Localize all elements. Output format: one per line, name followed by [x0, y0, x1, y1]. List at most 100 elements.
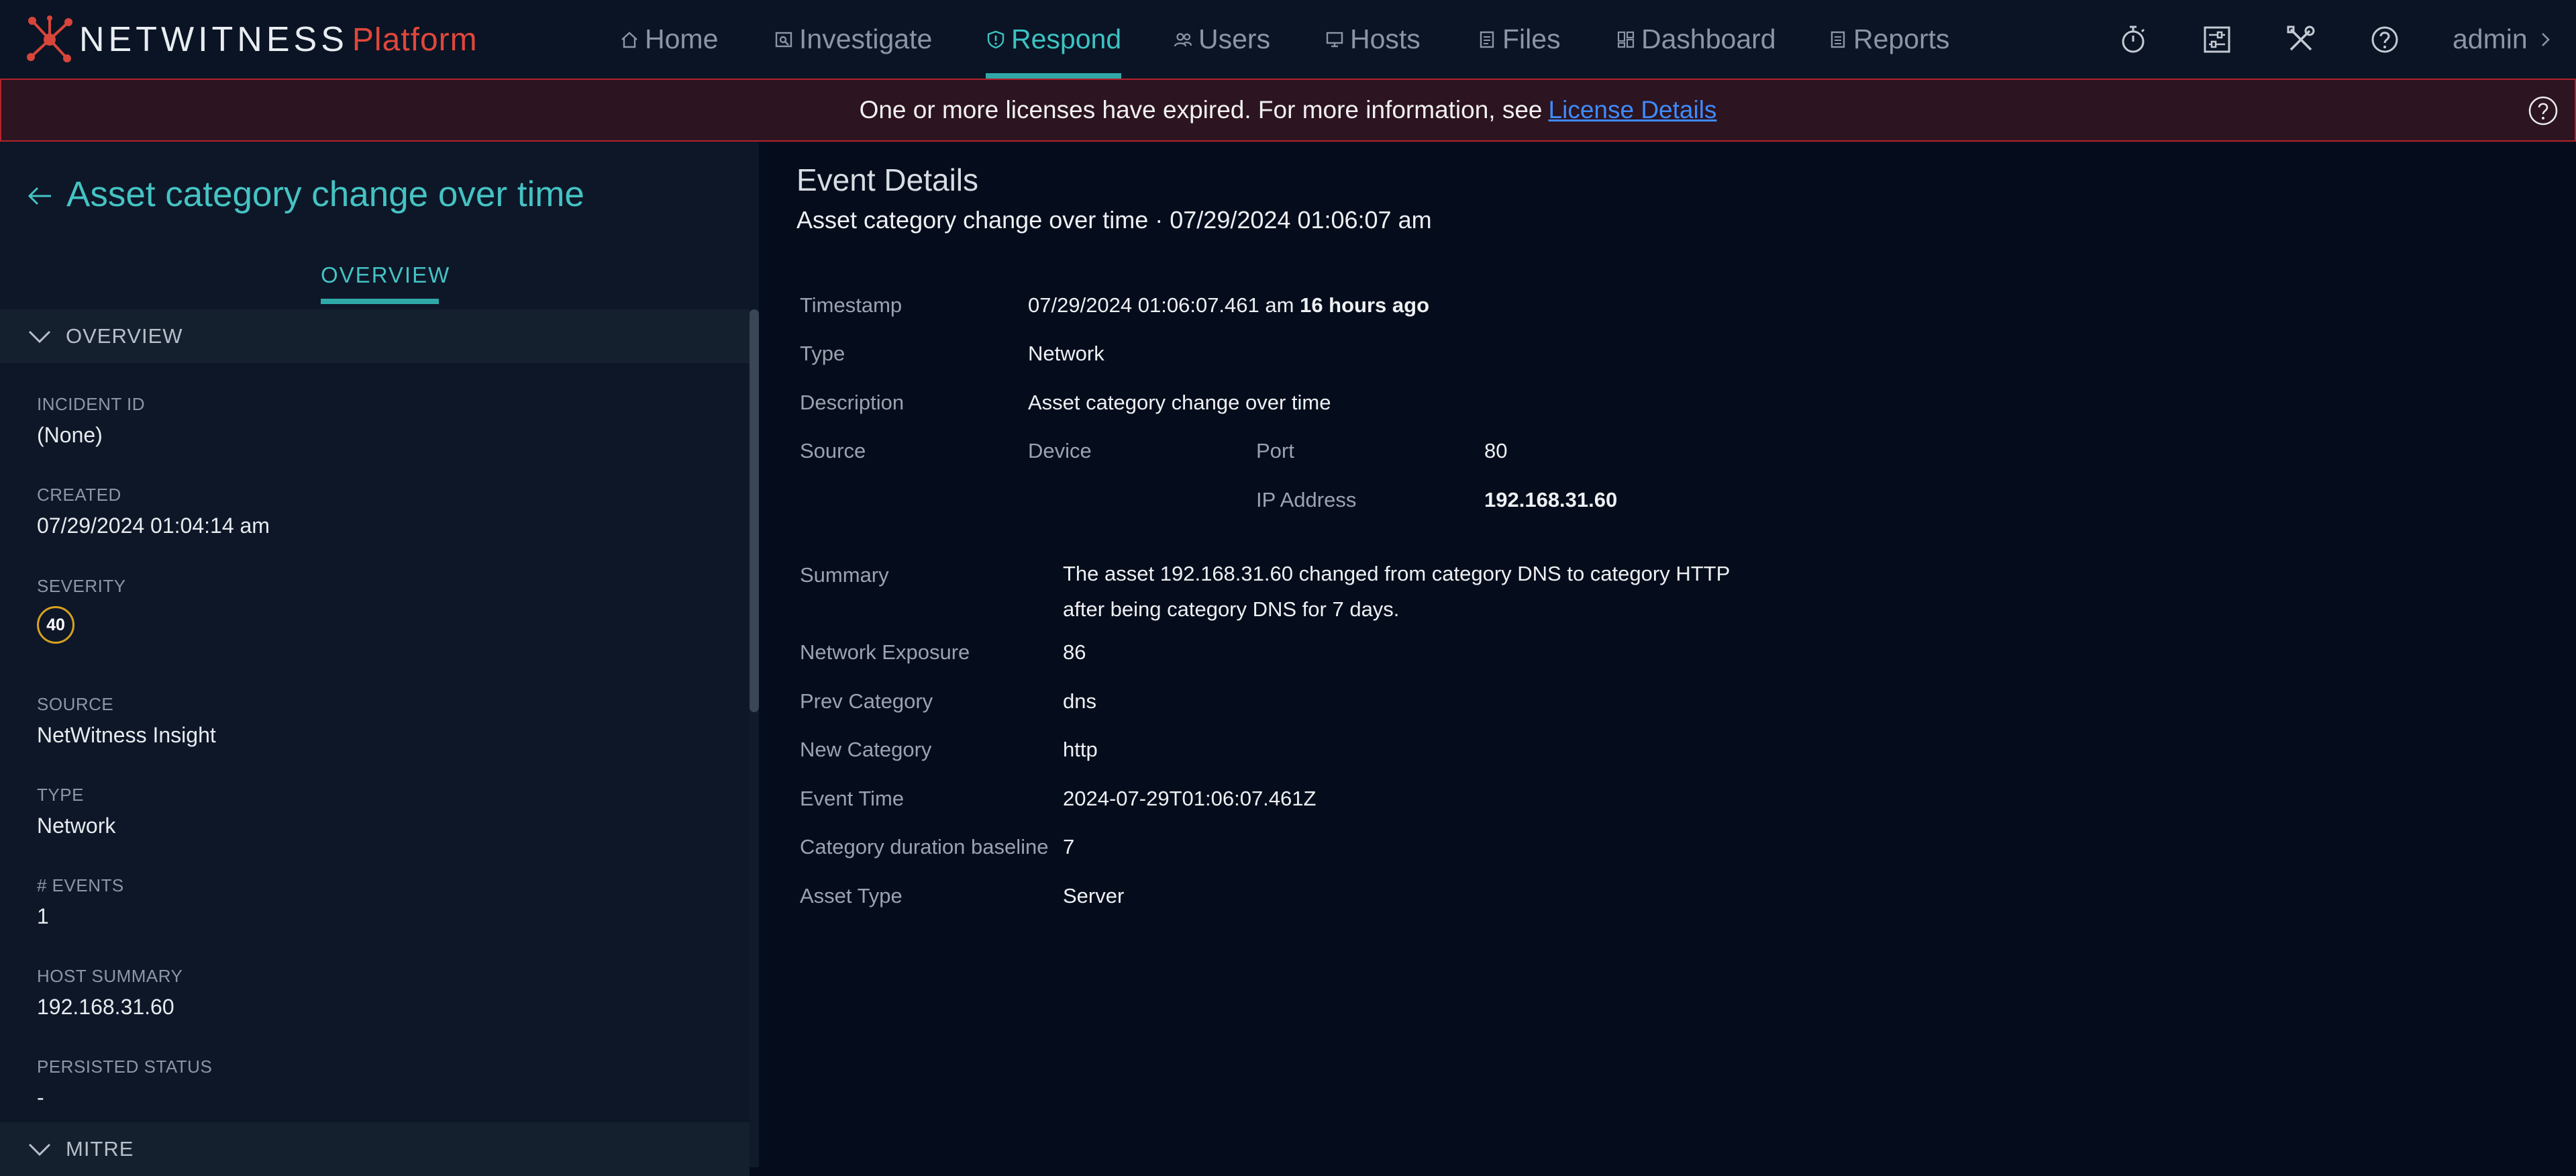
field-source: SOURCE NetWitness Insight: [37, 694, 216, 748]
mitre-section-label: MITRE: [66, 1137, 134, 1161]
type-value: Network: [1028, 342, 1104, 365]
nav-reports-label: Reports: [1853, 23, 1950, 54]
timestamp-absolute: 07/29/2024 01:06:07.461 am: [1028, 293, 1294, 317]
sliders-icon[interactable]: [2200, 23, 2234, 56]
back-arrow-icon[interactable]: [24, 181, 55, 211]
files-icon: [1480, 31, 1494, 48]
help-icon[interactable]: [2528, 95, 2559, 126]
port-label: Port: [1256, 439, 1294, 462]
mitre-section-header[interactable]: MITRE: [0, 1122, 750, 1176]
asset-type-label: Asset Type: [800, 884, 903, 908]
dashboard-icon: [1617, 31, 1635, 48]
nav-dashboard[interactable]: Dashboard: [1616, 0, 1776, 79]
tools-icon[interactable]: [2284, 23, 2318, 56]
event-details-heading: Event Details: [796, 162, 979, 197]
nav-hosts[interactable]: Hosts: [1325, 0, 1421, 79]
license-expired-banner: One or more licenses have expired. For m…: [0, 79, 2576, 142]
stopwatch-icon[interactable]: [2116, 23, 2150, 56]
field-label: TYPE: [37, 785, 84, 805]
severity-badge: 40: [37, 606, 74, 644]
field-label: INCIDENT ID: [37, 394, 146, 414]
port-value: 80: [1484, 439, 1508, 462]
overview-section-header[interactable]: OVERVIEW: [0, 309, 750, 363]
user-name: admin: [2453, 23, 2528, 54]
hosts-icon: [1326, 32, 1343, 47]
chevron-right-icon: [2541, 32, 2550, 46]
nav-investigate-label: Investigate: [799, 23, 933, 54]
nav-respond[interactable]: Respond: [986, 0, 1122, 79]
description-value: Asset category change over time: [1028, 391, 1331, 414]
chevron-down-icon: [28, 1143, 51, 1157]
field-label: # EVENTS: [37, 875, 124, 895]
field-label: SEVERITY: [37, 576, 126, 596]
summary-value: The asset 192.168.31.60 changed from cat…: [1063, 562, 1730, 621]
reports-icon: [1831, 31, 1845, 48]
network-exposure-value: 86: [1063, 640, 1086, 664]
field-created: CREATED 07/29/2024 01:04:14 am: [37, 485, 270, 538]
nav-users[interactable]: Users: [1173, 0, 1270, 79]
incident-overview-panel: Asset category change over time OVERVIEW…: [0, 142, 759, 1176]
field-label: SOURCE: [37, 694, 114, 714]
field-value: Network: [37, 814, 116, 838]
field-severity: SEVERITY 40: [37, 576, 126, 644]
event-time-value: 2024-07-29T01:06:07.461Z: [1063, 787, 1317, 810]
user-menu[interactable]: admin: [2453, 0, 2555, 79]
event-subtitle: Asset category change over time · 07/29/…: [796, 206, 1432, 234]
category-duration-baseline-value: 7: [1063, 835, 1075, 859]
prev-category-label: Prev Category: [800, 689, 933, 713]
license-details-link[interactable]: License Details: [1549, 96, 1717, 124]
chevron-down-icon: [28, 330, 51, 344]
home-icon: [621, 31, 637, 48]
tab-overview[interactable]: OVERVIEW: [321, 262, 449, 304]
category-duration-baseline-label: Category duration baseline: [800, 835, 1049, 859]
network-exposure-label: Network Exposure: [800, 640, 970, 664]
new-category-label: New Category: [800, 738, 932, 761]
nav-reports[interactable]: Reports: [1828, 0, 1950, 79]
field-type: TYPE Network: [37, 785, 115, 838]
field-value: 1: [37, 904, 49, 928]
event-details-panel: Event Details Asset category change over…: [759, 142, 2576, 1167]
field-label: HOST SUMMARY: [37, 966, 183, 986]
ip-address-label: IP Address: [1256, 488, 1357, 511]
field-value: -: [37, 1085, 44, 1110]
field-event-count: # EVENTS 1: [37, 875, 124, 929]
asset-type-value: Server: [1063, 884, 1125, 908]
nav-home[interactable]: Home: [619, 0, 718, 79]
field-value: 192.168.31.60: [37, 995, 174, 1019]
new-category-value: http: [1063, 738, 1098, 761]
nav-investigate[interactable]: Investigate: [774, 0, 932, 79]
description-label: Description: [800, 391, 905, 414]
help-icon[interactable]: [2368, 23, 2402, 56]
device-label: Device: [1028, 439, 1092, 462]
ip-address-value: 192.168.31.60: [1484, 488, 1618, 511]
nav-users-label: Users: [1198, 23, 1271, 54]
source-label: Source: [800, 439, 866, 462]
field-value: NetWitness Insight: [37, 723, 216, 747]
field-host-summary: HOST SUMMARY 192.168.31.60: [37, 966, 183, 1020]
nav-respond-label: Respond: [1011, 23, 1122, 54]
brand-logo[interactable]: NETWITNESS Platform: [24, 13, 478, 66]
top-navigation: NETWITNESS Platform Home Investigate Res…: [0, 0, 2576, 79]
users-icon: [1174, 32, 1192, 46]
nav-files-label: Files: [1502, 23, 1561, 54]
type-label: Type: [800, 342, 845, 365]
prev-category-value: dns: [1063, 689, 1096, 713]
brand-name: NETWITNESS: [79, 20, 348, 59]
scrollbar-thumb[interactable]: [750, 309, 759, 712]
field-value: 07/29/2024 01:04:14 am: [37, 513, 270, 538]
nav-home-label: Home: [645, 23, 719, 54]
summary-label: Summary: [800, 563, 889, 587]
timestamp-label: Timestamp: [800, 293, 903, 317]
nav-dashboard-label: Dashboard: [1641, 23, 1776, 54]
field-value: (None): [37, 423, 103, 447]
field-persisted-status: PERSISTED STATUS -: [37, 1057, 212, 1110]
banner-text: One or more licenses have expired. For m…: [859, 96, 1543, 124]
event-time-label: Event Time: [800, 787, 905, 810]
shield-icon: [987, 30, 1004, 48]
nav-files[interactable]: Files: [1477, 0, 1561, 79]
nav-hosts-label: Hosts: [1350, 23, 1421, 54]
timestamp-value: 07/29/2024 01:06:07.461 am 16 hours ago: [1028, 293, 1429, 317]
investigate-icon: [775, 32, 792, 47]
brand-product: Platform: [352, 21, 478, 58]
field-label: CREATED: [37, 485, 121, 505]
